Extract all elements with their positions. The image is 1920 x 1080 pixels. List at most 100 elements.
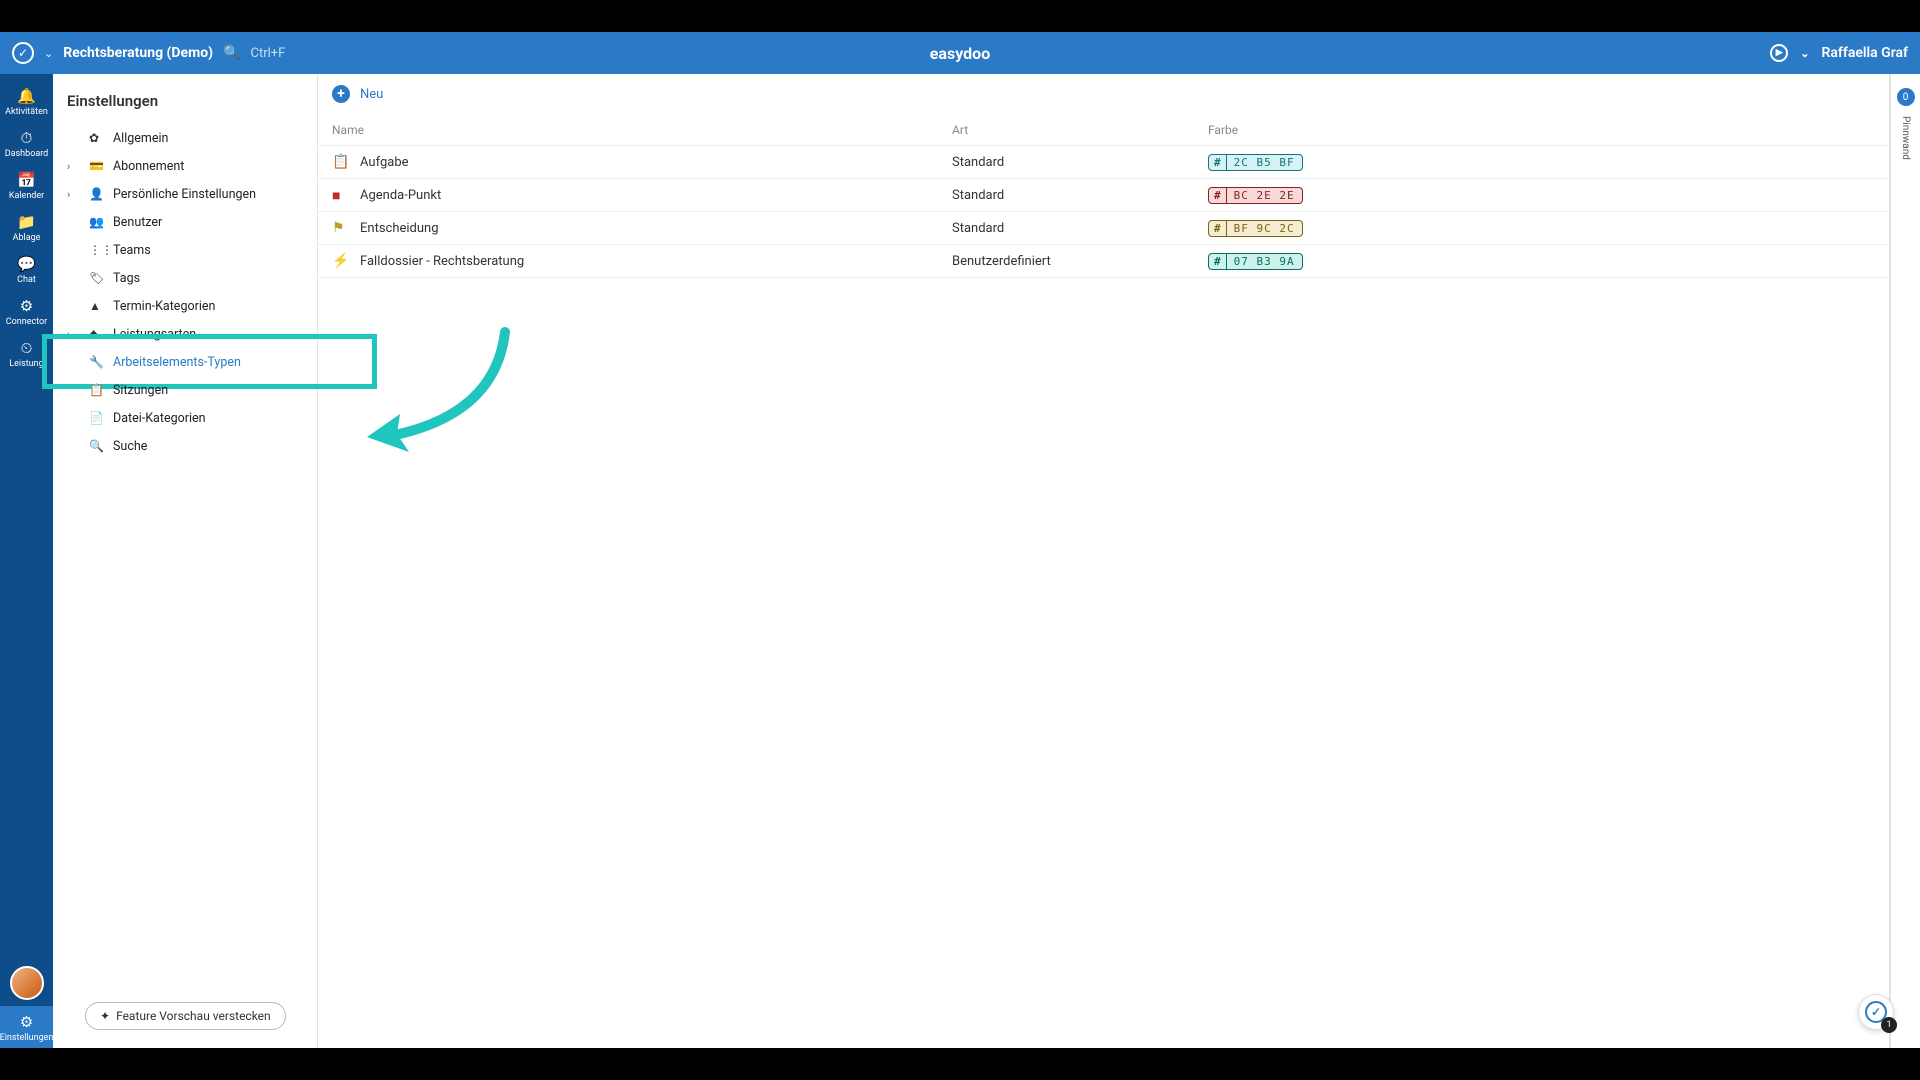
settings-item-0[interactable]: ✿Allgemein — [53, 124, 317, 152]
settings-panel: Einstellungen ✿Allgemein›💳Abonnement › 👤 Pe… — [53, 74, 318, 1048]
workspace-name[interactable]: Rechtsberatung (Demo) — [63, 45, 213, 61]
type-icon: ⚑ — [332, 220, 350, 236]
app-header: ✓ ⌄ Rechtsberatung (Demo) 🔍 Ctrl+F easyd… — [0, 32, 1920, 74]
rail-label: Aktivitäten — [5, 107, 48, 117]
settings-item-label: Teams — [113, 243, 151, 258]
type-name: Aufgabe — [360, 155, 409, 170]
settings-item-10[interactable]: 📄Datei-Kategorien — [53, 404, 317, 432]
settings-item-label: Sitzungen — [113, 383, 168, 398]
settings-title: Einstellungen — [53, 74, 317, 120]
rail-item-kalender[interactable]: 📅Kalender — [0, 164, 53, 206]
settings-item-label: Persönliche Einstellungen — [113, 187, 256, 202]
rail-label: Leistung — [9, 359, 43, 369]
settings-item-2[interactable]: › 👤 Persönliche Einstellungen — [53, 180, 317, 208]
pinnwand-label: Pinnwand — [1900, 116, 1911, 160]
rail-label: Connector — [6, 317, 47, 327]
pinnwand-panel[interactable]: 0 Pinnwand — [1890, 74, 1920, 1048]
settings-item-label: Abonnement — [113, 159, 184, 174]
table-row[interactable]: ⚑ Entscheidung Standard # BF 9C 2C — [318, 212, 1889, 245]
col-art[interactable]: Art — [952, 123, 1208, 137]
settings-item-1[interactable]: ›💳Abonnement — [53, 152, 317, 180]
settings-item-6[interactable]: ▲Termin-Kategorien — [53, 292, 317, 320]
settings-list: ✿Allgemein›💳Abonnement › 👤 Persönliche Eins… — [53, 120, 317, 464]
user-name[interactable]: Raffaella Graf — [1821, 45, 1908, 61]
settings-item-label: Suche — [113, 439, 147, 454]
settings-item-icon: 🔍 — [89, 439, 103, 453]
play-icon[interactable]: ▶ — [1770, 44, 1788, 62]
settings-item-7[interactable]: ›◆Leistungsarten — [53, 320, 317, 348]
settings-item-label: Tags — [113, 271, 140, 286]
add-icon[interactable]: + — [332, 85, 350, 103]
settings-item-label: Allgemein — [113, 131, 168, 146]
settings-item-5[interactable]: 🏷 Tags — [53, 264, 317, 292]
toolbar: + Neu — [318, 74, 1889, 114]
color-chip[interactable]: # BF 9C 2C — [1208, 220, 1303, 237]
rail-icon: ⏱ — [21, 129, 33, 147]
search-shortcut: Ctrl+F — [250, 46, 285, 61]
rail-item-einstellungen[interactable]: ⚙ Einstellungen — [0, 1006, 53, 1048]
settings-item-9[interactable]: 📋 Sitzungen — [53, 376, 317, 404]
settings-item-label: Arbeitselements-Typen — [113, 355, 241, 370]
color-chip[interactable]: # BC 2E 2E — [1208, 187, 1303, 204]
new-button[interactable]: Neu — [360, 87, 383, 102]
rail-item-connector[interactable]: ⚙ Connector — [0, 290, 53, 332]
rail-item-dashboard[interactable]: ⏱Dashboard — [0, 122, 53, 164]
gear-icon: ⚙ — [20, 1013, 33, 1031]
settings-item-icon: 👤 — [89, 187, 103, 201]
annotation-arrow — [345, 322, 525, 472]
settings-item-icon: ▲ — [89, 299, 103, 313]
type-name: Falldossier - Rechtsberatung — [360, 254, 524, 269]
rail-item-ablage[interactable]: 📁 Ablage — [0, 206, 53, 248]
user-chevron-icon[interactable]: ⌄ — [1800, 47, 1809, 60]
rail-icon: 📁 — [17, 213, 36, 231]
color-hex: 2C B5 BF — [1227, 155, 1302, 170]
fab-button[interactable]: ✓ 1 — [1858, 994, 1894, 1030]
chevron-right-icon: › — [67, 188, 70, 201]
color-hex: BC 2E 2E — [1227, 188, 1302, 203]
settings-item-icon: 📋 — [89, 383, 103, 397]
color-hex: BF 9C 2C — [1227, 221, 1302, 236]
settings-item-icon: 🏷 — [89, 271, 103, 285]
col-farbe[interactable]: Farbe — [1208, 123, 1875, 137]
type-name: Agenda-Punkt — [360, 188, 441, 203]
app-logo-icon[interactable]: ✓ — [12, 42, 34, 64]
rail-label: Chat — [17, 275, 36, 285]
main-content: + Neu Name Art Farbe 📋 Aufgabe Standard … — [318, 74, 1890, 1048]
color-hex: 07 B3 9A — [1227, 254, 1302, 269]
rail-item-chat[interactable]: 💬Chat — [0, 248, 53, 290]
rail-label: Ablage — [13, 233, 41, 243]
workspace-chevron-icon[interactable]: ⌄ — [44, 47, 53, 60]
settings-item-11[interactable]: 🔍 Suche — [53, 432, 317, 460]
user-avatar[interactable] — [10, 966, 44, 1000]
table-header: Name Art Farbe — [318, 114, 1889, 146]
settings-item-icon: 📄 — [89, 411, 103, 425]
settings-item-8[interactable]: 🔧 Arbeitselements-Typen — [53, 348, 317, 376]
nav-rail: 🔔Aktivitäten⏱Dashboard📅Kalender 📁 Ablage 💬C… — [0, 74, 53, 1048]
type-art: Standard — [952, 188, 1208, 203]
table-row[interactable]: 📋 Aufgabe Standard # 2C B5 BF — [318, 146, 1889, 179]
rail-item-aktivitäten[interactable]: 🔔Aktivitäten — [0, 80, 53, 122]
hash-icon: # — [1209, 254, 1227, 269]
rail-icon: ⚙ — [20, 297, 33, 315]
col-name[interactable]: Name — [332, 123, 952, 137]
rail-icon: 📅 — [17, 171, 36, 189]
app-name: easydoo — [930, 44, 990, 63]
types-table: Name Art Farbe 📋 Aufgabe Standard # 2C B… — [318, 114, 1889, 278]
pinnwand-badge: 0 — [1897, 88, 1915, 106]
hash-icon: # — [1209, 155, 1227, 170]
search-icon[interactable]: 🔍 — [223, 45, 240, 61]
table-row[interactable]: ■ Agenda-Punkt Standard # BC 2E 2E — [318, 179, 1889, 212]
type-icon: 📋 — [332, 154, 350, 170]
settings-item-4[interactable]: ⋮⋮Teams — [53, 236, 317, 264]
chevron-right-icon: › — [67, 328, 70, 341]
rail-item-leistung[interactable]: ⏲Leistung — [0, 332, 53, 374]
settings-item-icon: 🔧 — [89, 355, 103, 369]
settings-item-3[interactable]: 👥Benutzer — [53, 208, 317, 236]
settings-item-label: Leistungsarten — [113, 327, 196, 342]
type-icon: ⚡ — [332, 253, 350, 269]
rail-label: Einstellungen — [0, 1033, 53, 1043]
table-row[interactable]: ⚡ Falldossier - Rechtsberatung Benutzerd… — [318, 245, 1889, 278]
feature-preview-button[interactable]: ✦ Feature Vorschau verstecken — [85, 1002, 286, 1030]
color-chip[interactable]: # 2C B5 BF — [1208, 154, 1303, 171]
color-chip[interactable]: # 07 B3 9A — [1208, 253, 1303, 270]
